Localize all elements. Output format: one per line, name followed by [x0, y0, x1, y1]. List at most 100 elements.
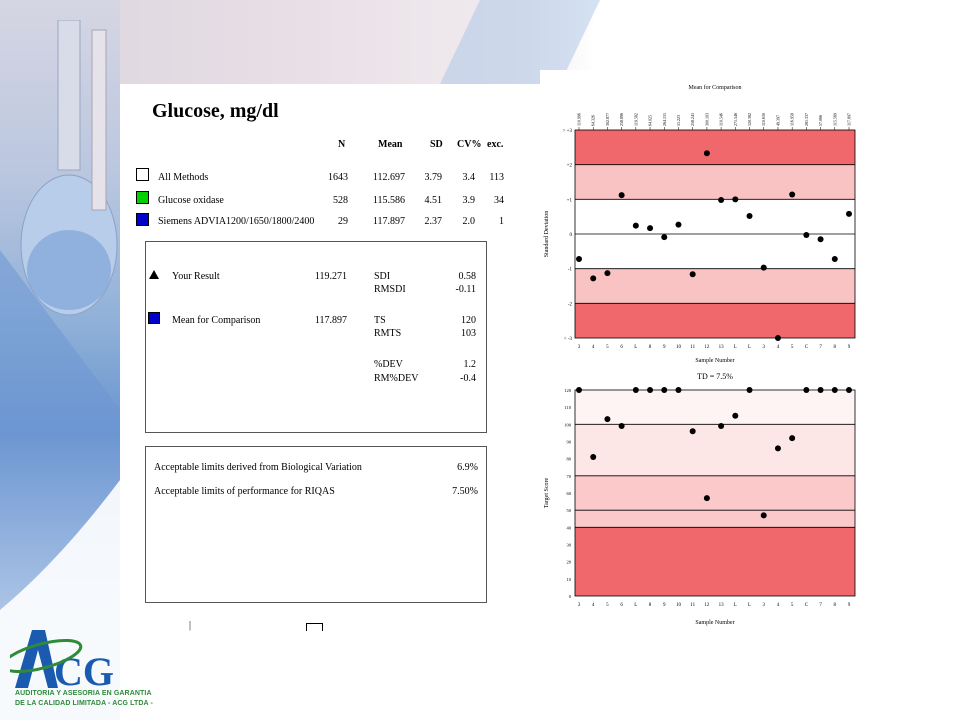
- footer-mark: |: [189, 620, 192, 631]
- x-tick-label: L: [634, 603, 637, 608]
- ts-data-point: [760, 512, 767, 519]
- your-result-marker-icon: [149, 270, 159, 279]
- y-axis-label: Target Score: [544, 478, 550, 509]
- swatch-siemens: [136, 213, 149, 226]
- sd-data-point: [732, 196, 739, 203]
- top-axis-label: 271.546: [733, 113, 738, 126]
- column-header-cv: CV%: [457, 139, 482, 150]
- column-header-mean: Mean: [378, 139, 403, 150]
- x-tick-label: 12: [704, 603, 710, 608]
- x-axis-label: Sample Number: [695, 620, 734, 626]
- x-tick-label: L: [748, 345, 751, 350]
- x-tick-label: 7: [819, 603, 822, 608]
- ts-band: [575, 390, 855, 425]
- ts-band: [575, 510, 855, 528]
- stat-value-ts: 120: [461, 315, 476, 326]
- x-tick-label: 8: [649, 603, 652, 608]
- top-axis-label: 110.630: [761, 113, 766, 126]
- top-axis-label: 51.223: [676, 115, 681, 126]
- top-axis-label: 302.877: [605, 113, 610, 126]
- sd-data-point: [703, 150, 710, 157]
- x-tick-label: C: [805, 603, 809, 608]
- method-exc: 34: [494, 195, 504, 206]
- x-tick-label: 11: [690, 345, 695, 350]
- x-tick-label: L: [734, 603, 737, 608]
- stat-value-rmdev: -0.4: [460, 373, 476, 384]
- x-tick-label: L: [634, 345, 637, 350]
- svg-text:CG: CG: [54, 649, 114, 694]
- y-tick-label: 20: [567, 560, 572, 565]
- ts-data-point: [689, 428, 696, 435]
- sd-data-point: [774, 335, 781, 341]
- method-sd: 3.79: [424, 172, 443, 183]
- sd-data-point: [846, 210, 852, 217]
- column-header-exc: exc.: [487, 139, 504, 150]
- bio-variation-value: 6.9%: [457, 462, 478, 473]
- ts-data-point: [661, 387, 668, 393]
- x-tick-label: 7: [819, 345, 822, 350]
- column-header-n: N: [338, 139, 346, 150]
- swatch-all-methods: [136, 168, 149, 181]
- x-tick-label: 9: [848, 603, 851, 608]
- ts-data-point: [789, 435, 796, 442]
- x-tick-label: 8: [834, 345, 837, 350]
- x-tick-label: 3: [578, 603, 581, 608]
- top-axis-label: 49.397: [775, 115, 780, 126]
- y-tick-label: 10: [567, 577, 572, 582]
- stat-label-rmts: RMTS: [374, 328, 402, 339]
- footer-box-edge: [306, 623, 323, 631]
- sd-data-point: [789, 191, 796, 198]
- method-n: 29: [338, 216, 348, 227]
- bio-variation-label: Acceptable limits derived from Biologica…: [154, 462, 362, 473]
- sd-data-point: [661, 234, 668, 241]
- y-tick-label: +2: [567, 164, 573, 169]
- sd-band: [575, 164, 855, 200]
- method-exc: 1: [499, 216, 504, 227]
- ts-data-point: [774, 445, 781, 452]
- sd-band: [575, 234, 855, 269]
- your-result-label: Your Result: [172, 271, 220, 282]
- x-tick-label: 12: [704, 345, 710, 350]
- x-tick-label: 5: [606, 603, 609, 608]
- y-tick-label: < -3: [564, 337, 573, 342]
- ts-data-point: [831, 387, 838, 393]
- y-tick-label: 90: [567, 440, 572, 445]
- x-tick-label: 3: [762, 345, 765, 350]
- stat-value-sdi: 0.58: [458, 271, 477, 282]
- top-axis-label: 64.025: [648, 115, 653, 126]
- top-axis-label: 258.896: [619, 113, 624, 126]
- ts-data-point: [675, 387, 682, 393]
- x-tick-label: 5: [606, 345, 609, 350]
- y-tick-label: 80: [567, 457, 572, 462]
- swatch-glucose-oxidase: [136, 191, 149, 204]
- your-result-value: 119.271: [314, 271, 347, 282]
- ts-band: [575, 475, 855, 511]
- method-n: 1643: [328, 172, 348, 183]
- sd-data-point: [618, 192, 625, 199]
- method-n: 528: [333, 195, 348, 206]
- mean-comparison-marker-icon: [148, 312, 160, 324]
- sd-data-point: [647, 225, 654, 232]
- y-tick-label: 50: [567, 508, 572, 513]
- top-axis-label: 258.241: [690, 113, 695, 126]
- chart-title: TD = 7.5%: [697, 372, 733, 381]
- y-tick-label: +1: [567, 198, 573, 203]
- x-tick-label: L: [748, 603, 751, 608]
- y-tick-label: 30: [567, 543, 572, 548]
- stat-label-ts: TS: [374, 315, 386, 326]
- ts-data-point: [576, 387, 582, 393]
- x-tick-label: 4: [777, 603, 780, 608]
- x-tick-label: 3: [762, 603, 765, 608]
- method-sd: 4.51: [424, 195, 443, 206]
- top-axis-label: 281.337: [804, 113, 809, 126]
- result-box: [145, 241, 487, 433]
- sd-data-point: [760, 264, 767, 271]
- stat-label-sdi: SDI: [374, 271, 391, 282]
- x-tick-label: 8: [834, 603, 837, 608]
- method-mean: 117.897: [372, 216, 405, 227]
- sd-band: [575, 130, 855, 165]
- y-tick-label: 0: [570, 233, 573, 238]
- x-tick-label: 9: [663, 603, 666, 608]
- ts-data-point: [746, 387, 753, 393]
- y-tick-label: > +3: [563, 129, 573, 134]
